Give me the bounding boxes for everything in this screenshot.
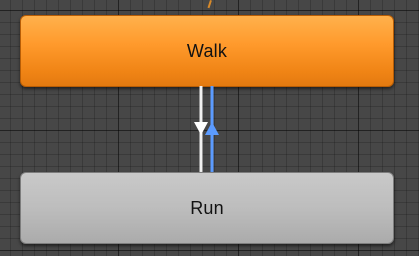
- state-label-run: Run: [190, 197, 224, 218]
- transition-run-to-walk[interactable]: [205, 86, 219, 172]
- arrow-up-icon: [205, 122, 219, 135]
- arrow-down-icon: [194, 122, 208, 135]
- state-node-run[interactable]: Run: [20, 172, 394, 244]
- animator-graph-canvas[interactable]: Walk Run: [0, 0, 419, 256]
- transition-walk-to-run[interactable]: [194, 86, 208, 172]
